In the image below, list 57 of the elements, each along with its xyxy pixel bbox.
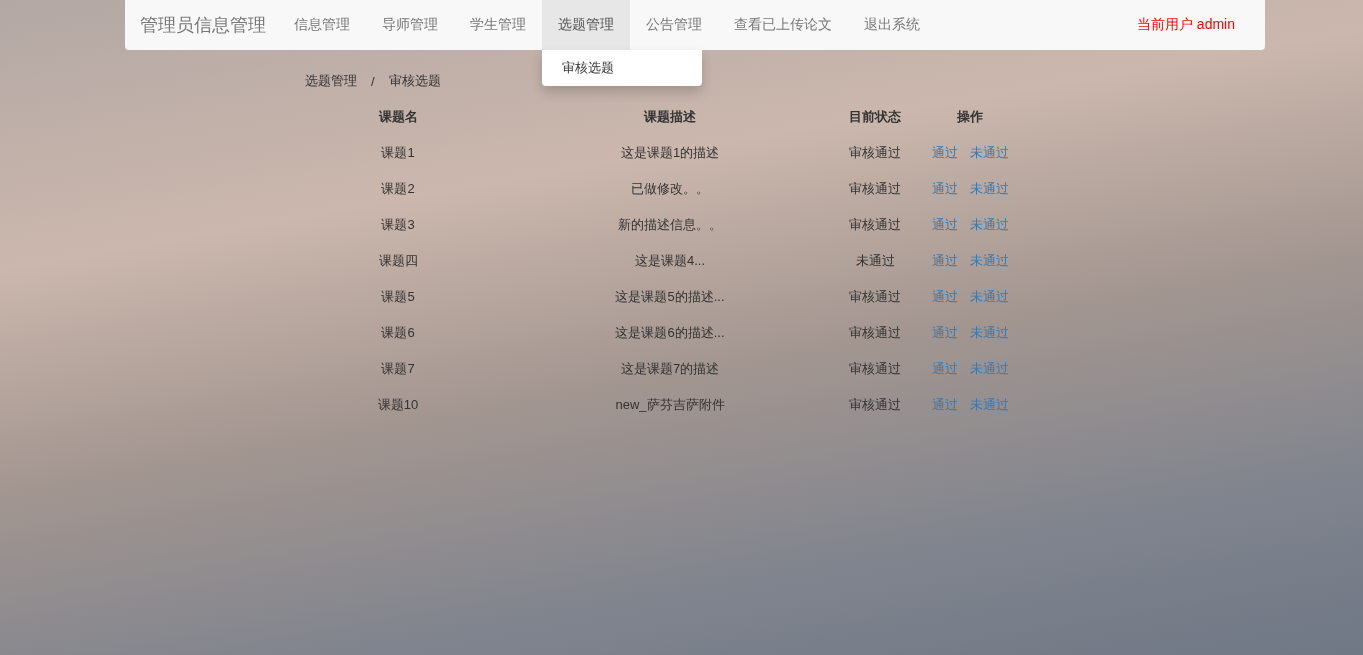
column-header: 课题描述 <box>642 108 697 126</box>
table-cell-text: 审核通过 <box>848 180 902 198</box>
action-link[interactable]: 未通过 <box>969 180 1009 198</box>
table-cell-text: 已做修改。。 <box>630 180 710 198</box>
nav-item[interactable]: 学生管理 <box>454 0 542 50</box>
table-cell-text: 课题7 <box>380 360 416 378</box>
action-link[interactable]: 未通过 <box>969 144 1009 162</box>
table-cell-text: 这是课题6的描述... <box>614 324 726 342</box>
action-link[interactable]: 通过 <box>931 216 958 234</box>
table-cell-text: 课题5 <box>380 288 416 306</box>
action-link[interactable]: 未通过 <box>969 324 1009 342</box>
table-cell-text: 新的描述信息。。 <box>617 216 723 234</box>
action-link[interactable]: 未通过 <box>969 288 1009 306</box>
table-cell-text: 这是课题7的描述 <box>619 360 721 378</box>
action-link[interactable]: 未通过 <box>969 396 1009 414</box>
action-link[interactable]: 通过 <box>931 144 958 162</box>
action-link[interactable]: 未通过 <box>969 360 1009 378</box>
action-link[interactable]: 通过 <box>931 396 958 414</box>
column-header: 课题名 <box>377 108 419 126</box>
table-cell-text: new_萨芬吉萨附件 <box>614 396 726 414</box>
table-cell-text: 这是课题4... <box>633 252 707 270</box>
dropdown-item[interactable]: 审核选题 <box>542 54 702 82</box>
nav-item[interactable]: 导师管理 <box>366 0 454 50</box>
action-link[interactable]: 未通过 <box>969 216 1009 234</box>
table-cell-text: 课题1 <box>380 144 416 162</box>
table-cell-text: 审核通过 <box>848 396 902 414</box>
nav-item[interactable]: 信息管理 <box>278 0 366 50</box>
table-cell-text: 课题3 <box>380 216 416 234</box>
column-header: 目前状态 <box>848 108 902 126</box>
table-cell-text: 这是课题5的描述... <box>614 288 726 306</box>
nav-item[interactable]: 查看已上传论文 <box>718 0 848 50</box>
table-cell-text: 审核通过 <box>848 360 902 378</box>
action-link[interactable]: 未通过 <box>969 252 1009 270</box>
table-cell-text: 课题6 <box>380 324 416 342</box>
table-cell-text: 审核通过 <box>848 144 902 162</box>
table-cell-text: 这是课题1的描述 <box>619 144 721 162</box>
action-link[interactable]: 通过 <box>931 324 958 342</box>
table-cell-text: 课题10 <box>376 396 420 414</box>
nav-item[interactable]: 公告管理 <box>630 0 718 50</box>
action-link[interactable]: 通过 <box>931 360 958 378</box>
breadcrumb-separator: / <box>371 73 375 89</box>
column-header: 操作 <box>956 108 984 126</box>
action-link[interactable]: 通过 <box>931 252 958 270</box>
table-cell-text: 课题四 <box>377 252 419 270</box>
action-link[interactable]: 通过 <box>931 180 958 198</box>
nav-item[interactable]: 退出系统 <box>848 0 936 50</box>
action-link[interactable]: 通过 <box>931 288 958 306</box>
nav-item[interactable]: 选题管理 <box>542 0 630 50</box>
brand-title: 管理员信息管理 <box>140 14 266 37</box>
table-cell-text: 审核通过 <box>848 288 902 306</box>
breadcrumb-item[interactable]: 选题管理 <box>305 72 357 90</box>
table-cell-text: 审核通过 <box>848 324 902 342</box>
table-cell-text: 未通过 <box>854 252 896 270</box>
current-user: 当前用户 admin <box>1136 16 1235 34</box>
breadcrumb-item[interactable]: 审核选题 <box>388 72 441 90</box>
table-cell-text: 审核通过 <box>848 216 902 234</box>
table-cell-text: 课题2 <box>380 180 416 198</box>
